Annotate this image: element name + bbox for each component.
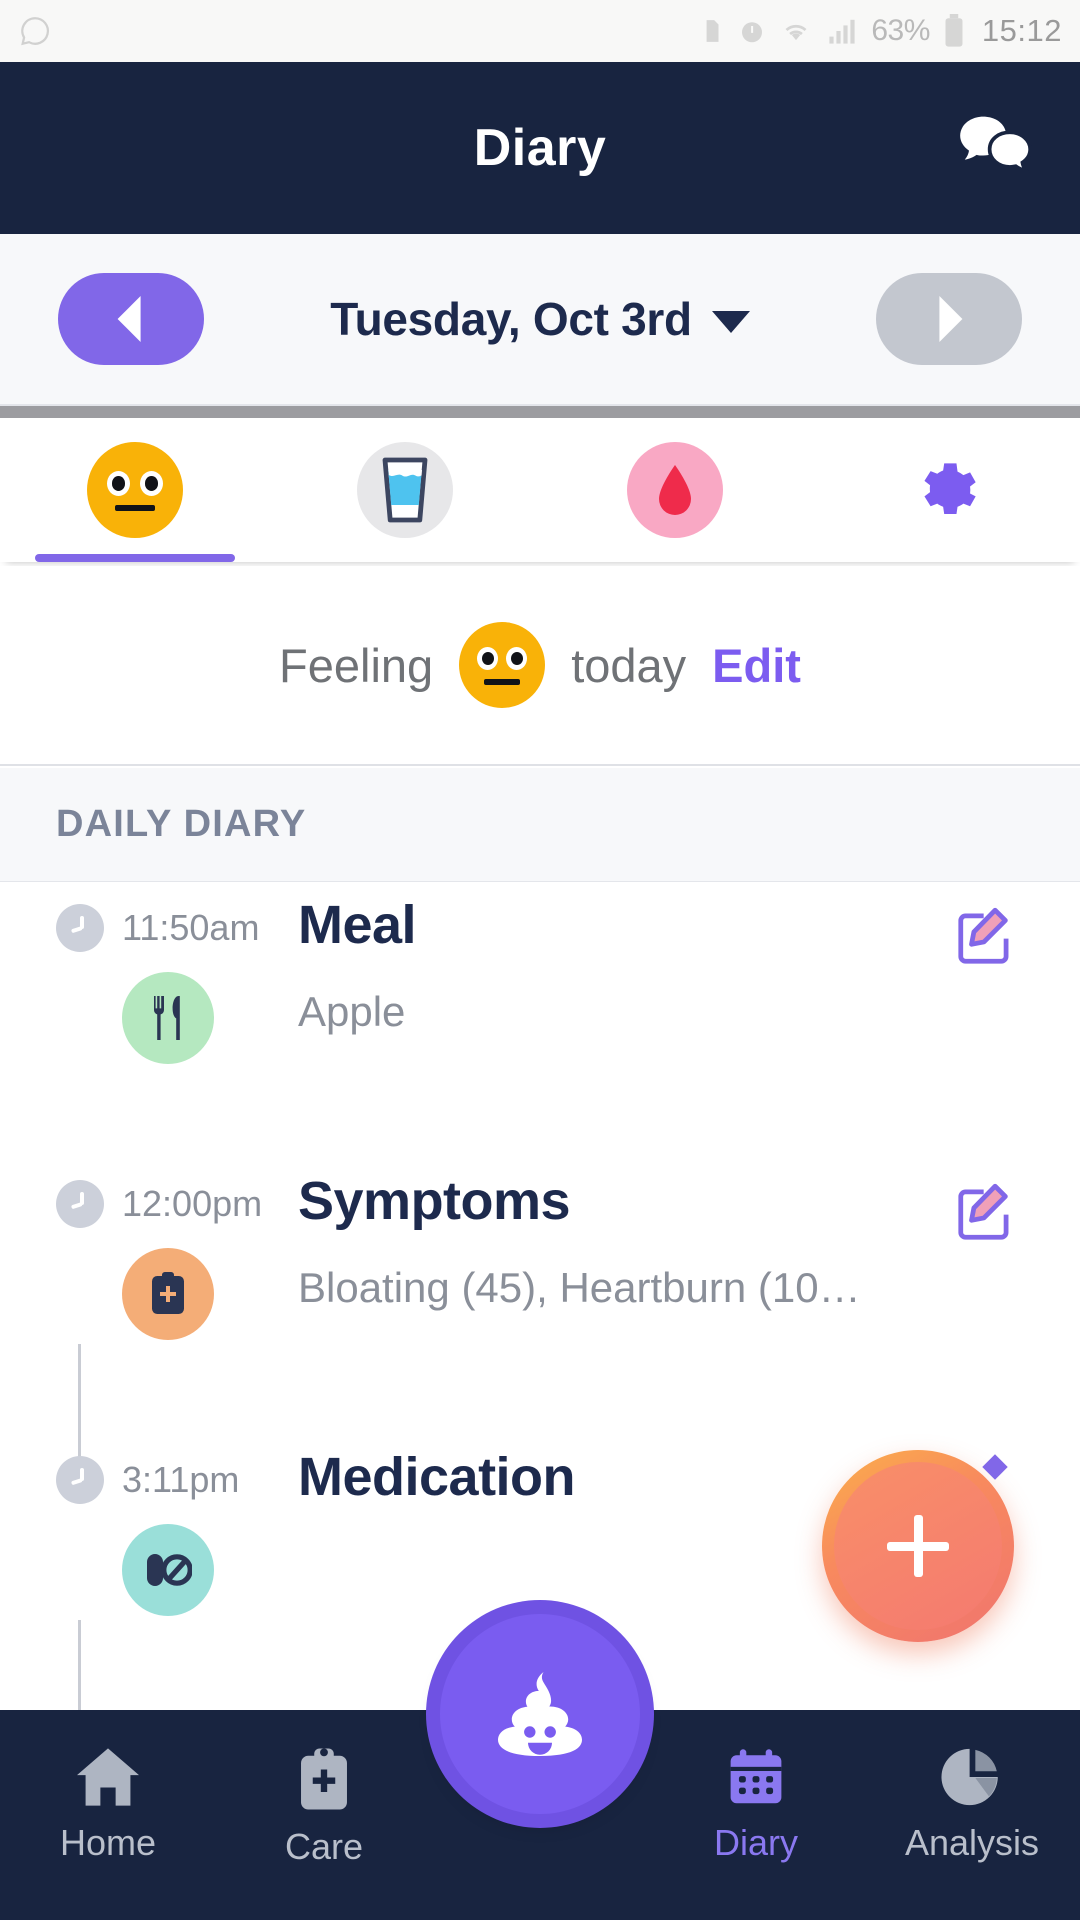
edit-pencil-icon[interactable] [956, 1180, 1018, 1242]
gear-icon [924, 463, 976, 514]
chevron-right-icon [939, 296, 963, 342]
alarm-icon [742, 22, 763, 43]
entry-detail: Bloating (45), Heartburn (10… [298, 1264, 858, 1311]
poop-log-button[interactable] [440, 1614, 640, 1814]
nav-item-diary[interactable]: Diary [648, 1710, 864, 1920]
entry-title: Symptoms [298, 1171, 571, 1231]
tab-water[interactable] [270, 418, 540, 562]
entry-time-row: 12:00pm [56, 1180, 262, 1228]
clock-icon [56, 1456, 104, 1504]
daily-diary-section-header: DAILY DIARY [0, 768, 1080, 882]
battery-percent-label: 63% [871, 14, 930, 47]
entry-time-label: 12:00pm [122, 1183, 263, 1224]
caret-down-icon [711, 311, 750, 333]
app-root: 63% 15:12 Diary Tuesday, Oct 3rd Feeling… [0, 0, 1080, 1920]
app-bar: Diary [0, 62, 1080, 234]
section-title: DAILY DIARY [56, 803, 307, 845]
edit-pencil-icon[interactable] [956, 904, 1018, 966]
previous-day-button[interactable] [58, 273, 204, 365]
date-selector[interactable]: Tuesday, Oct 3rd [204, 292, 876, 346]
feeling-summary-row: Feeling today Edit [0, 566, 1080, 766]
clock-icon [56, 1180, 104, 1228]
blood-drop-icon [627, 442, 723, 538]
diary-entry-meal[interactable]: 11:50am Meal Apple [0, 882, 1080, 1158]
battery-icon [945, 14, 963, 47]
status-bar-right: 63% 15:12 [699, 13, 1062, 49]
date-navigation-bar: Tuesday, Oct 3rd [0, 234, 1080, 406]
chevron-left-icon [117, 296, 141, 342]
signal-icon [829, 19, 855, 44]
nav-item-care[interactable]: Care [216, 1710, 432, 1920]
add-entry-fab[interactable] [822, 1450, 1014, 1642]
entry-time-label: 3:11pm [122, 1459, 240, 1500]
nav-label-care: Care [284, 1826, 364, 1867]
neutral-face-emoji [87, 442, 183, 538]
entry-title: Medication [298, 1447, 576, 1507]
diary-entry-symptoms[interactable]: 12:00pm Symptoms Bloating (45), Heartbur… [0, 1158, 1080, 1464]
nav-label-diary: Diary [713, 1822, 798, 1863]
nav-label-home: Home [59, 1822, 157, 1863]
entry-time-label: 11:50am [122, 907, 260, 948]
nav-item-home[interactable]: Home [0, 1710, 216, 1920]
poop-icon [498, 1672, 582, 1756]
status-bar: 63% 15:12 [0, 0, 1080, 62]
pie-chart-icon [941, 1748, 998, 1806]
entry-title: Meal [298, 895, 417, 955]
clock-time-label: 15:12 [981, 13, 1062, 48]
neutral-face-emoji [459, 622, 546, 708]
timeline-connector [78, 1620, 81, 1710]
feeling-suffix-label: today [571, 638, 687, 692]
bottom-navigation-bar: Home Care Diary Analysis [0, 1614, 1080, 1920]
pills-icon [122, 1524, 214, 1616]
status-bar-left [18, 14, 52, 48]
entry-detail: Apple [298, 988, 406, 1035]
tab-mood[interactable] [0, 418, 270, 562]
entry-time-row: 11:50am [56, 904, 259, 952]
feeling-edit-link[interactable]: Edit [712, 638, 801, 693]
nav-label-analysis: Analysis [904, 1822, 1040, 1863]
medical-clipboard-icon [122, 1248, 214, 1340]
entry-time-row: 3:11pm [56, 1456, 239, 1504]
plus-icon [887, 1515, 949, 1577]
care-clipboard-icon [301, 1748, 347, 1810]
divider-strip [0, 406, 1080, 418]
tab-settings[interactable] [810, 418, 1080, 562]
wifi-icon [785, 24, 807, 41]
clock-icon [56, 904, 104, 952]
nav-item-analysis[interactable]: Analysis [864, 1710, 1080, 1920]
tab-active-indicator [35, 554, 235, 562]
tab-period[interactable] [540, 418, 810, 562]
category-tab-bar [0, 418, 1080, 562]
page-title: Diary [473, 119, 607, 177]
whatsapp-icon [21, 17, 50, 46]
fork-knife-icon [122, 972, 214, 1064]
current-date-label: Tuesday, Oct 3rd [330, 293, 692, 345]
chat-bubbles-icon[interactable] [952, 110, 1042, 186]
feeling-prefix-label: Feeling [279, 638, 434, 692]
calendar-icon [730, 1749, 782, 1804]
water-glass-icon [357, 442, 453, 538]
home-icon [77, 1748, 139, 1806]
sd-card-icon [706, 20, 719, 42]
next-day-button[interactable] [876, 273, 1022, 365]
